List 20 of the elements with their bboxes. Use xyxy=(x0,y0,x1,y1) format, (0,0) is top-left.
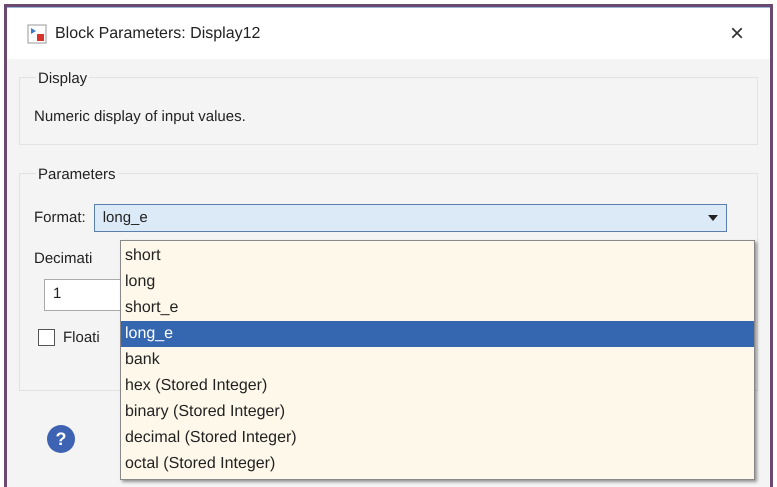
dropdown-option[interactable]: short_e xyxy=(121,295,754,321)
description-text: Numeric display of input values. xyxy=(34,107,247,127)
floating-checkbox[interactable] xyxy=(38,329,55,346)
window-title: Block Parameters: Display12 xyxy=(55,24,260,44)
dropdown-option[interactable]: decimal (Stored Integer) xyxy=(121,425,754,451)
help-button[interactable]: ? xyxy=(47,425,75,453)
dropdown-option[interactable]: binary (Stored Integer) xyxy=(121,399,754,425)
caret-icon xyxy=(708,215,718,221)
close-button[interactable]: × xyxy=(724,22,750,46)
field-label: Format: xyxy=(34,208,86,228)
format-dropdown[interactable]: long_e xyxy=(94,204,727,232)
dropdown-option[interactable]: short xyxy=(121,243,754,269)
dropdown-option[interactable]: octal (Stored Integer) xyxy=(121,451,754,477)
checkbox-label: Floati xyxy=(63,328,100,348)
dropdown-option[interactable]: bank xyxy=(121,347,754,373)
field-label: Decimati xyxy=(34,249,92,269)
block-icon xyxy=(27,24,47,44)
dropdown-option[interactable]: hex (Stored Integer) xyxy=(121,373,754,399)
dropdown-option[interactable]: long_e xyxy=(121,321,754,347)
dropdown-option[interactable]: long xyxy=(121,269,754,295)
